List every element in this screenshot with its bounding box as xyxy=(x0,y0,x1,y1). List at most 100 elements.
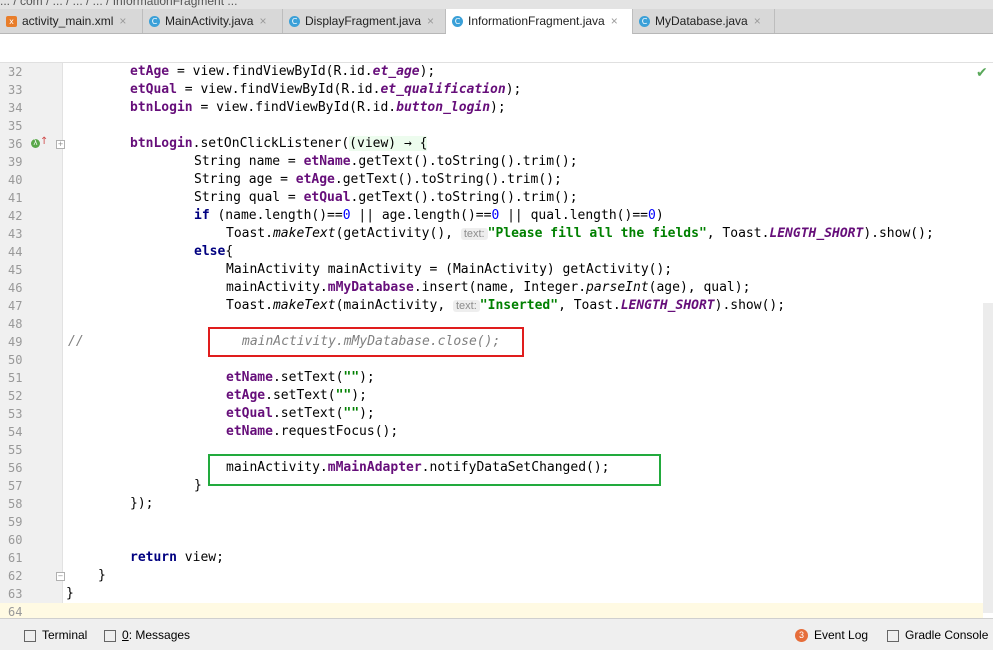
code-token: ); xyxy=(419,64,436,79)
event-log-badge: 3 xyxy=(795,629,808,643)
code-token: = view.findViewById(R.id. xyxy=(176,82,381,97)
code-token: , Toast. xyxy=(706,226,770,241)
code-token: parseInt xyxy=(586,280,649,295)
tab-displayfragment-java[interactable]: C DisplayFragment.java × xyxy=(283,9,446,33)
terminal-button[interactable]: Terminal xyxy=(24,627,87,643)
code-line-58: 58 }); xyxy=(0,495,983,513)
code-token: (view) → { xyxy=(349,136,428,151)
tab-mydatabase-java[interactable]: C MyDatabase.java × xyxy=(633,9,775,33)
lambda-gutter-icon[interactable]: λ xyxy=(31,139,40,148)
code-token: .setText( xyxy=(272,406,344,421)
code-line-62: 62 − } xyxy=(0,567,983,585)
close-icon[interactable]: × xyxy=(427,14,434,28)
code-token: (age), qual); xyxy=(648,280,751,295)
parameter-hint: text: xyxy=(453,300,480,312)
code-token: Toast. xyxy=(226,298,273,313)
line-number: 62 xyxy=(8,569,23,583)
code-token: } xyxy=(194,478,202,493)
breadcrumb[interactable]: ... / com / ... / ... / ... / Informatio… xyxy=(0,0,237,8)
code-line-41: 41 String qual = etQual.getText().toStri… xyxy=(0,189,983,207)
line-number: 45 xyxy=(8,263,23,277)
line-number: 36 xyxy=(8,137,23,151)
gradle-console-icon xyxy=(887,629,899,642)
event-log-label: Event Log xyxy=(814,628,869,642)
line-number: 59 xyxy=(8,515,23,529)
code-token: LENGTH_SHORT xyxy=(620,298,715,313)
code-token: .setOnClickListener( xyxy=(192,136,350,151)
code-token: .getText().toString().trim(); xyxy=(334,172,562,187)
code-token: ); xyxy=(490,100,506,115)
code-token: || qual.length()== xyxy=(499,208,648,223)
messages-icon xyxy=(104,629,116,642)
code-token: mMyDatabase xyxy=(327,280,414,295)
code-line-40: 40 String age = etAge.getText().toString… xyxy=(0,171,983,189)
tool-window-bar: Terminal 0: Messages 3 Event Log Gradle C… xyxy=(0,618,993,650)
code-token: "" xyxy=(335,388,352,403)
tab-activity-main-xml[interactable]: x activity_main.xml × xyxy=(0,9,143,33)
fold-toggle-icon[interactable]: + xyxy=(56,140,65,149)
xml-file-icon: x xyxy=(6,16,17,28)
line-number: 41 xyxy=(8,191,23,205)
code-token: makeText xyxy=(272,298,336,313)
code-token: ) xyxy=(655,208,664,223)
code-token: et_qualification xyxy=(380,82,506,97)
code-line-46: 46 mainActivity.mMyDatabase.insert(name,… xyxy=(0,279,983,297)
comment-prefix: // xyxy=(68,334,84,349)
terminal-icon xyxy=(24,629,36,642)
code-token: mainActivity. xyxy=(226,280,328,295)
messages-button[interactable]: 0: Messages xyxy=(104,627,190,643)
code-line-52: 52 etAge.setText(""); xyxy=(0,387,983,405)
code-line-36: 36 λ ↑ + btnLogin.setOnClickListener((vi… xyxy=(0,135,983,153)
code-line-43: 43 Toast.makeText(getActivity(), text: "P… xyxy=(0,225,983,243)
line-number: 32 xyxy=(8,65,23,79)
line-number: 33 xyxy=(8,83,23,97)
code-editor[interactable]: ✔ 32 etAge = view.findViewById(R.id.et_a… xyxy=(0,63,993,621)
code-token: (mainActivity, xyxy=(335,298,453,313)
code-token: button_login xyxy=(396,100,491,115)
event-log-button[interactable]: 3 Event Log xyxy=(795,627,868,643)
code-line-54: 54 etName.requestFocus(); xyxy=(0,423,983,441)
tab-mainactivity-java[interactable]: C MainActivity.java × xyxy=(143,9,283,33)
override-arrow-icon[interactable]: ↑ xyxy=(40,135,48,149)
code-token: (name.length()== xyxy=(209,208,343,223)
code-token: .setText( xyxy=(265,388,336,403)
code-line-45: 45 MainActivity mainActivity = (MainActi… xyxy=(0,261,983,279)
code-line-61: 61 return view; xyxy=(0,549,983,567)
line-number: 40 xyxy=(8,173,23,187)
code-token: etQual xyxy=(130,82,177,97)
code-token: ); xyxy=(505,82,522,97)
close-icon[interactable]: × xyxy=(119,14,126,28)
code-token: } xyxy=(66,586,74,601)
code-token: etQual xyxy=(303,190,351,205)
code-token: .getText().toString().trim(); xyxy=(350,190,578,205)
code-line-53: 53 etQual.setText(""); xyxy=(0,405,983,423)
code-token: view; xyxy=(176,550,224,565)
line-number: 56 xyxy=(8,461,23,475)
editor-breadcrumb-bar xyxy=(0,34,993,63)
code-token: .insert(name, Integer. xyxy=(413,280,587,295)
close-icon[interactable]: × xyxy=(259,14,266,28)
tab-informationfragment-java[interactable]: C InformationFragment.java × xyxy=(446,9,633,34)
fold-toggle-icon[interactable]: − xyxy=(56,572,65,581)
code-token: Toast. xyxy=(226,226,273,241)
code-line-59: 59 xyxy=(0,513,983,531)
code-line-44: 44 else{ xyxy=(0,243,983,261)
code-token: ).show(); xyxy=(863,226,934,241)
close-icon[interactable]: × xyxy=(754,14,761,28)
code-token: 0 xyxy=(647,208,656,223)
code-token: = view.findViewById(R.id. xyxy=(169,64,373,79)
close-icon[interactable]: × xyxy=(611,14,618,28)
tab-label: InformationFragment.java xyxy=(468,14,605,28)
code-line-34: 34 btnLogin = view.findViewById(R.id.but… xyxy=(0,99,983,117)
code-token: String age = xyxy=(194,172,296,187)
code-token: "Please fill all the fields" xyxy=(487,226,707,241)
java-class-icon: C xyxy=(452,16,463,28)
code-token: }); xyxy=(130,496,154,511)
green-highlight-box xyxy=(208,454,661,486)
line-number: 48 xyxy=(8,317,23,331)
line-number: 55 xyxy=(8,443,23,457)
code-token: 0 xyxy=(342,208,351,223)
code-token: String name = xyxy=(194,154,304,169)
vertical-scrollbar[interactable] xyxy=(983,303,993,613)
gradle-console-button[interactable]: Gradle Console xyxy=(887,627,988,643)
